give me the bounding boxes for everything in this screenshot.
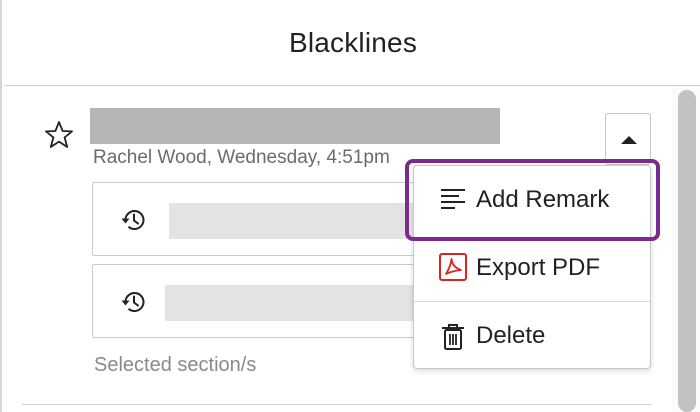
entry-divider <box>22 404 652 405</box>
add-remark-label: Add Remark <box>476 186 610 213</box>
export-pdf-label: Export PDF <box>476 254 601 281</box>
scrollbar-thumb[interactable] <box>678 90 696 412</box>
add-remark-menu-item[interactable]: Add Remark <box>414 166 650 234</box>
version-card[interactable] <box>92 264 423 338</box>
star-icon[interactable] <box>44 120 74 150</box>
actions-dropdown-menu: Add Remark Export PDF Delete <box>413 165 651 369</box>
version-content-redacted <box>165 285 423 321</box>
trash-icon <box>438 322 468 352</box>
version-card[interactable] <box>92 182 423 256</box>
selected-sections-label: Selected section/s <box>94 354 257 376</box>
delete-label: Delete <box>476 322 546 349</box>
pdf-icon <box>438 252 468 282</box>
remark-lines-icon <box>438 185 468 215</box>
entry-author-timestamp: Rachel Wood, Wednesday, 4:51pm <box>93 147 390 168</box>
export-pdf-menu-item[interactable]: Export PDF <box>414 234 650 302</box>
history-icon <box>119 205 149 235</box>
panel-header: Blacklines <box>4 0 700 86</box>
blacklines-panel: Blacklines Rachel Wood, Wednesday, 4:51p… <box>0 0 700 412</box>
collapse-button[interactable] <box>605 113 651 165</box>
panel-title: Blacklines <box>288 26 418 58</box>
version-content-redacted <box>169 203 423 239</box>
history-icon <box>119 287 149 317</box>
caret-up-icon <box>621 136 637 144</box>
delete-menu-item[interactable]: Delete <box>414 302 650 370</box>
entry-title-redacted <box>90 108 500 144</box>
